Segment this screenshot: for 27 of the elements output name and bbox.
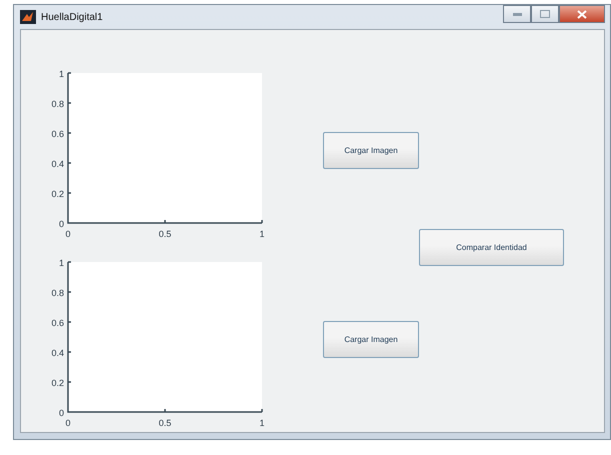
tick-label: 0.5 bbox=[158, 418, 172, 426]
tick-label: 0.2 bbox=[51, 189, 64, 199]
tick-label: 0.4 bbox=[51, 159, 64, 169]
tick-label: 0.6 bbox=[51, 318, 64, 328]
app-icon bbox=[20, 10, 36, 24]
close-button[interactable] bbox=[559, 5, 605, 23]
tick-label: 0 bbox=[66, 229, 70, 237]
tick-label: 1 bbox=[260, 418, 264, 426]
tick-label: 0.2 bbox=[51, 378, 64, 388]
tick-label: 0.8 bbox=[51, 288, 64, 298]
tick-label: 0.8 bbox=[51, 99, 64, 109]
tick-label: 0.4 bbox=[51, 348, 64, 358]
tick-label: 1 bbox=[58, 69, 64, 79]
tick-label: 0 bbox=[58, 219, 64, 229]
tick-label: 0.5 bbox=[158, 229, 172, 237]
minimize-button[interactable] bbox=[503, 5, 531, 23]
window-title: HuellaDigital1 bbox=[41, 12, 103, 22]
close-icon bbox=[577, 10, 587, 18]
load-image-button[interactable]: Cargar Imagen bbox=[323, 132, 419, 169]
tick-label: 1 bbox=[260, 229, 264, 237]
tick-label: 0 bbox=[66, 418, 70, 426]
maximize-button[interactable] bbox=[531, 5, 559, 23]
tick-label: 1 bbox=[58, 258, 64, 268]
load-image-button[interactable]: Cargar Imagen bbox=[323, 321, 419, 358]
tick-label: 0 bbox=[58, 408, 64, 418]
compare-button[interactable]: Comparar Identidad bbox=[419, 229, 564, 266]
tick-label: 0.6 bbox=[51, 129, 64, 139]
